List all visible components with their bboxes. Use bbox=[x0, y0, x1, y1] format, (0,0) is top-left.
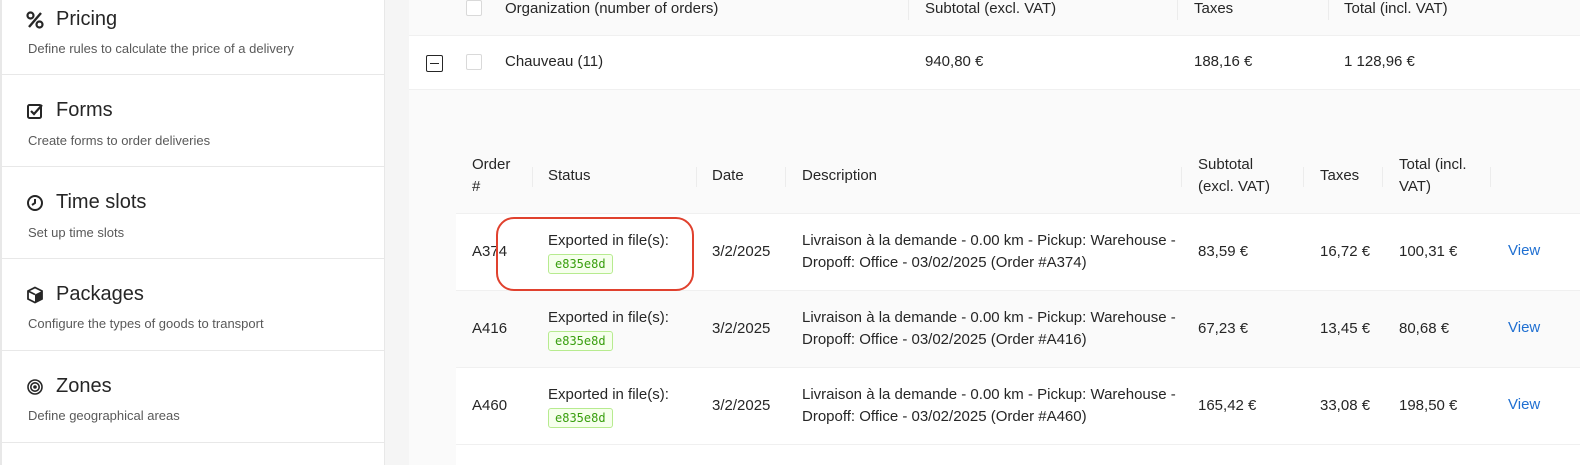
export-file-tag[interactable]: e835e8d bbox=[548, 331, 613, 351]
view-order-link[interactable]: View bbox=[1508, 319, 1540, 336]
sidebar-item-description: Create forms to order deliveries bbox=[28, 133, 211, 148]
column-divider bbox=[785, 167, 786, 187]
column-header-subtotal[interactable]: Subtotal (excl. VAT) bbox=[1198, 154, 1270, 198]
column-divider bbox=[908, 0, 909, 20]
sidebar-item-forms[interactable]: Forms Create forms to order deliveries bbox=[2, 75, 385, 167]
order-number-cell: A416 bbox=[472, 320, 508, 337]
sidebar-item-time-slots[interactable]: Time slots Set up time slots bbox=[2, 167, 385, 259]
sidebar-item-description: Define geographical areas bbox=[28, 408, 180, 423]
date-cell: 3/2/2025 bbox=[712, 397, 771, 414]
table-row[interactable]: A460 Exported in file(s): e835e8d 3/2/20… bbox=[456, 368, 1580, 445]
row-checkbox[interactable] bbox=[466, 54, 482, 70]
sidebar-item-title: Packages bbox=[56, 283, 144, 305]
taxes-cell: 13,45 € bbox=[1320, 320, 1371, 337]
sidebar-item-zones[interactable]: Zones Define geographical areas bbox=[2, 351, 385, 443]
column-divider bbox=[1181, 167, 1182, 187]
percent-icon bbox=[26, 10, 44, 29]
sidebar-item-description: Define rules to calculate the price of a… bbox=[28, 41, 294, 56]
orders-table-header: Order # Status Date Description Subtotal… bbox=[456, 140, 1580, 214]
order-number-cell: A460 bbox=[472, 397, 508, 414]
column-divider bbox=[1382, 167, 1383, 187]
column-divider bbox=[1490, 167, 1491, 187]
description-cell: Livraison à la demande - 0.00 km - Picku… bbox=[802, 309, 1176, 348]
sidebar-item-pricing[interactable]: Pricing Define rules to calculate the pr… bbox=[2, 0, 385, 75]
subtotal-cell: 165,42 € bbox=[1198, 397, 1257, 414]
select-all-checkbox[interactable] bbox=[466, 0, 482, 16]
sidebar-item-description: Set up time slots bbox=[28, 225, 125, 240]
status-cell: Exported in file(s): e835e8d bbox=[548, 307, 669, 352]
column-header-taxes[interactable]: Taxes bbox=[1194, 0, 1233, 17]
column-divider bbox=[1303, 167, 1304, 187]
sidebar-item-title: Forms bbox=[56, 99, 113, 121]
highlight-annotation bbox=[496, 217, 694, 291]
column-header-description[interactable]: Description bbox=[802, 165, 877, 187]
column-header-total[interactable]: Total (incl. VAT) bbox=[1399, 154, 1467, 198]
total-cell: 1 128,96 € bbox=[1344, 53, 1415, 70]
target-icon bbox=[26, 378, 44, 396]
status-cell: Exported in file(s): e835e8d bbox=[548, 384, 669, 429]
settings-sidebar: Pricing Define rules to calculate the pr… bbox=[0, 0, 385, 465]
taxes-cell: 188,16 € bbox=[1194, 53, 1253, 70]
collapse-row-button[interactable] bbox=[426, 55, 443, 72]
column-divider bbox=[1328, 0, 1329, 20]
column-header-taxes[interactable]: Taxes bbox=[1320, 165, 1359, 187]
table-row[interactable]: A416 Exported in file(s): e835e8d 3/2/20… bbox=[456, 291, 1580, 368]
organization-cell: Chauveau (11) bbox=[505, 53, 604, 70]
column-header-status[interactable]: Status bbox=[548, 165, 591, 187]
view-order-link[interactable]: View bbox=[1508, 242, 1540, 259]
status-text: Exported in file(s): bbox=[548, 309, 669, 326]
clock-icon bbox=[26, 194, 44, 212]
subtotal-cell: 83,59 € bbox=[1198, 243, 1249, 260]
sidebar-item-title: Pricing bbox=[56, 8, 118, 30]
date-cell: 3/2/2025 bbox=[712, 243, 771, 260]
column-header-date[interactable]: Date bbox=[712, 165, 744, 187]
sidebar-item-description: Configure the types of goods to transpor… bbox=[28, 316, 264, 331]
subtotal-cell: 940,80 € bbox=[925, 53, 984, 70]
view-order-link[interactable]: View bbox=[1508, 396, 1540, 413]
minus-icon bbox=[430, 62, 439, 65]
subtotal-cell: 67,23 € bbox=[1198, 320, 1249, 337]
package-icon bbox=[26, 285, 44, 304]
status-text: Exported in file(s): bbox=[548, 386, 669, 403]
description-cell: Livraison à la demande - 0.00 km - Picku… bbox=[802, 386, 1176, 425]
column-header-subtotal[interactable]: Subtotal (excl. VAT) bbox=[925, 0, 1056, 17]
table-row[interactable]: Chauveau (11) 940,80 € 188,16 € 1 128,96… bbox=[409, 36, 1580, 90]
export-file-tag[interactable]: e835e8d bbox=[548, 408, 613, 428]
total-cell: 100,31 € bbox=[1399, 243, 1458, 260]
column-divider bbox=[696, 167, 697, 187]
column-header-order[interactable]: Order # bbox=[472, 154, 510, 198]
sidebar-item-title: Zones bbox=[56, 375, 112, 397]
date-cell: 3/2/2025 bbox=[712, 320, 771, 337]
description-cell: Livraison à la demande - 0.00 km - Picku… bbox=[802, 232, 1176, 271]
taxes-cell: 16,72 € bbox=[1320, 243, 1371, 260]
total-cell: 198,50 € bbox=[1399, 397, 1458, 414]
sidebar-item-packages[interactable]: Packages Configure the types of goods to… bbox=[2, 259, 385, 351]
check-square-icon bbox=[26, 102, 44, 120]
outer-table-header: Organization (number of orders) Subtotal… bbox=[409, 0, 1580, 36]
column-divider bbox=[532, 167, 533, 187]
content-gutter bbox=[385, 0, 409, 465]
column-header-total[interactable]: Total (incl. VAT) bbox=[1344, 0, 1448, 17]
taxes-cell: 33,08 € bbox=[1320, 397, 1371, 414]
orders-table: Order # Status Date Description Subtotal… bbox=[456, 140, 1580, 465]
column-divider bbox=[1177, 0, 1178, 20]
column-header-organization[interactable]: Organization (number of orders) bbox=[505, 0, 718, 17]
total-cell: 80,68 € bbox=[1399, 320, 1450, 337]
sidebar-item-title: Time slots bbox=[56, 191, 147, 213]
